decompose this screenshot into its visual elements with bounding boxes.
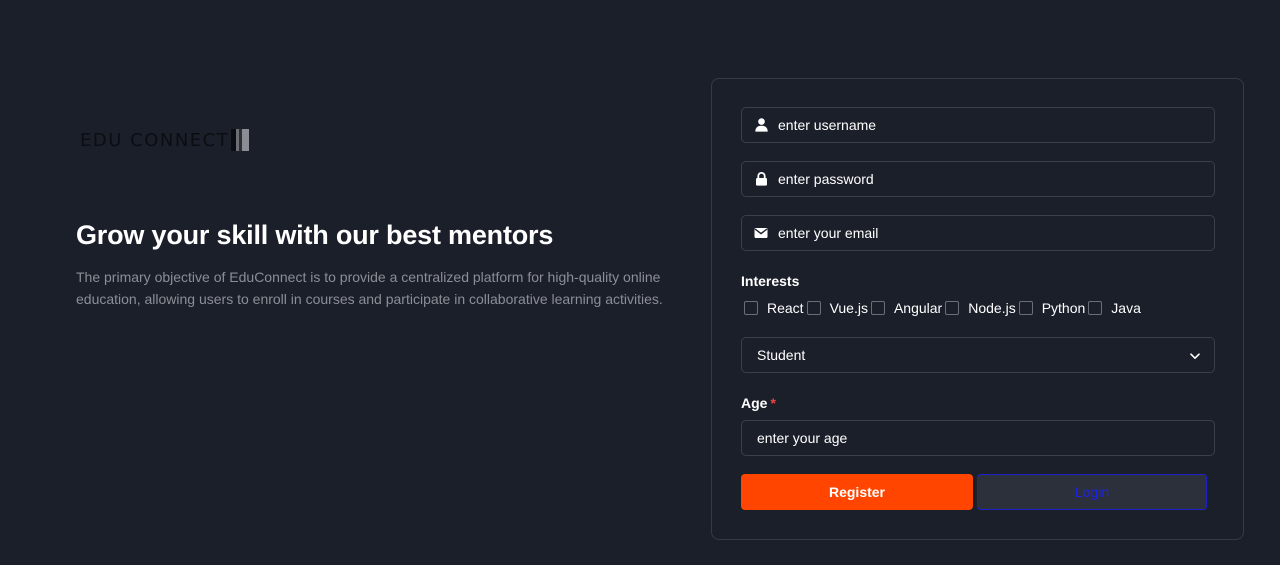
username-input[interactable] <box>778 117 1198 133</box>
interest-label: Python <box>1041 300 1086 316</box>
signup-page: EDU CONNECT Grow your skill with our bes… <box>0 0 1280 565</box>
login-button[interactable]: Login <box>977 474 1207 510</box>
register-form-card: Interests React Vue.js Angular Node.js P… <box>711 78 1244 540</box>
age-field[interactable] <box>741 420 1215 456</box>
logo-text: EDU CONNECT <box>80 129 230 151</box>
interests-label: Interests <box>741 273 800 289</box>
interests-checkbox-group: React Vue.js Angular Node.js Python Java <box>744 300 1144 316</box>
age-label: Age * <box>741 395 776 411</box>
interest-vuejs-checkbox[interactable]: Vue.js <box>806 300 868 316</box>
checkbox-box[interactable] <box>744 301 758 315</box>
checkbox-box[interactable] <box>1088 301 1103 315</box>
password-field[interactable] <box>741 161 1215 197</box>
chevron-down-icon <box>1190 347 1200 363</box>
age-input[interactable] <box>757 430 1197 446</box>
interest-label: Node.js <box>968 300 1016 316</box>
checkbox-box[interactable] <box>945 301 960 315</box>
interest-react-checkbox[interactable]: React <box>744 300 804 316</box>
role-select-value: Student <box>757 347 806 363</box>
register-button[interactable]: Register <box>741 474 973 510</box>
interest-label: React <box>767 300 804 316</box>
hero-description: The primary objective of EduConnect is t… <box>76 269 663 307</box>
interest-nodejs-checkbox[interactable]: Node.js <box>945 300 1016 316</box>
hero-title: Grow your skill with our best mentors <box>76 220 554 250</box>
username-field[interactable] <box>741 107 1215 143</box>
required-asterisk: * <box>770 395 776 411</box>
checkbox-box[interactable] <box>1018 301 1033 315</box>
interest-label: Vue.js <box>829 300 868 316</box>
email-input[interactable] <box>778 225 1198 241</box>
interest-python-checkbox[interactable]: Python <box>1018 300 1086 316</box>
email-field[interactable] <box>741 215 1215 251</box>
user-icon <box>754 118 768 132</box>
age-label-text: Age <box>741 395 768 411</box>
password-input[interactable] <box>778 171 1198 187</box>
checkbox-box[interactable] <box>806 301 821 315</box>
lock-icon <box>754 172 768 186</box>
interest-angular-checkbox[interactable]: Angular <box>870 300 943 316</box>
interest-java-checkbox[interactable]: Java <box>1088 300 1141 316</box>
envelope-icon <box>754 226 768 240</box>
logo-mark-icon <box>231 129 250 151</box>
brand-logo: EDU CONNECT <box>80 129 250 151</box>
role-select[interactable]: Student <box>741 337 1215 373</box>
interest-label: Java <box>1111 300 1141 316</box>
interest-label: Angular <box>893 300 943 316</box>
checkbox-box[interactable] <box>870 301 885 315</box>
